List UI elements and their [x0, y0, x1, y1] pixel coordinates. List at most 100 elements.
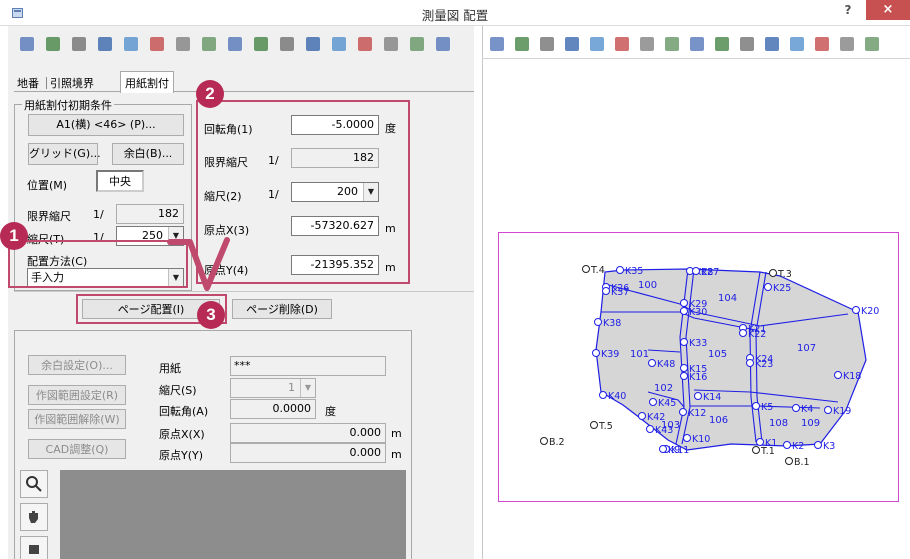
zoom-window-icon[interactable]: [565, 37, 579, 51]
fit-icon[interactable]: [615, 37, 629, 51]
margin-button[interactable]: 余白(B)...: [112, 143, 184, 165]
search-icon[interactable]: [665, 37, 679, 51]
divider: [14, 291, 474, 292]
tool-more-icon[interactable]: [436, 37, 450, 51]
cad-adjust-button[interactable]: CAD調整(Q): [28, 439, 126, 459]
bulb-icon[interactable]: [690, 37, 704, 51]
survey-point-icon: [590, 421, 598, 429]
line-icon[interactable]: [740, 37, 754, 51]
params-limit-scale-label: 限界縮尺: [204, 156, 248, 169]
point-label: K48: [657, 359, 675, 370]
tab-lot[interactable]: 地番: [17, 75, 39, 91]
point-label: K22: [748, 329, 766, 340]
help-button[interactable]: ?: [838, 3, 858, 21]
multipoint-remove-icon[interactable]: [384, 37, 398, 51]
point-label: K39: [601, 349, 619, 360]
survey-point-icon: [649, 398, 657, 406]
survey-point-icon: [679, 408, 687, 416]
left-toolbar: [8, 32, 474, 58]
parcel-label: 104: [718, 293, 737, 304]
survey-point-icon: [683, 434, 691, 442]
zoom-out-icon[interactable]: [540, 37, 554, 51]
table-add-icon[interactable]: [150, 37, 164, 51]
table-remove-icon[interactable]: [176, 37, 190, 51]
limit-scale-field: 182: [116, 204, 184, 224]
angle2-icon[interactable]: [790, 37, 804, 51]
survey-point-icon: [834, 371, 842, 379]
arrow-down-icon[interactable]: [46, 37, 60, 51]
point-label: K1: [765, 438, 777, 449]
save-icon[interactable]: [815, 37, 829, 51]
survey-point-icon: [582, 265, 590, 273]
position-label: 位置(M): [27, 179, 68, 192]
grid-icon[interactable]: [202, 37, 216, 51]
params-scale-select[interactable]: 200 ▼: [291, 182, 379, 202]
point-label: K30: [689, 307, 707, 318]
survey-point-icon: [785, 457, 793, 465]
originx-input[interactable]: -57320.627: [291, 216, 379, 236]
point-icon[interactable]: [332, 37, 346, 51]
zoom-in-icon[interactable]: [515, 37, 529, 51]
circle-icon[interactable]: [254, 37, 268, 51]
survey-point-icon: [792, 404, 800, 412]
layout-icon[interactable]: [840, 37, 854, 51]
page-delete-button[interactable]: ページ削除(D): [232, 299, 332, 319]
rotation-input[interactable]: -5.0000: [291, 115, 379, 135]
parcel-label: 102: [654, 383, 673, 394]
position-button[interactable]: 中央: [96, 170, 144, 192]
survey-point-icon: [692, 267, 700, 275]
tab-reference[interactable]: 引照境界: [50, 75, 94, 91]
params-scale-prefix: 1/: [268, 188, 279, 201]
table-icon[interactable]: [124, 37, 138, 51]
point-label: K19: [833, 406, 851, 417]
paper-size-button[interactable]: A1(横) <46> (P)...: [28, 114, 184, 136]
callout-badge-2: 2: [196, 80, 224, 108]
check-arrow-icon: [167, 237, 230, 291]
zoom-preview-button[interactable]: [20, 470, 48, 498]
survey-point-icon: [852, 306, 860, 314]
ps-scale-select[interactable]: 1 ▼: [230, 378, 316, 398]
pan-preview-button[interactable]: [20, 503, 48, 531]
params-scale-label: 縮尺(2): [204, 190, 242, 203]
circle-fill-icon[interactable]: [280, 37, 294, 51]
multipoint-icon[interactable]: [358, 37, 372, 51]
range-clear-button[interactable]: 作図範囲解除(W): [28, 409, 126, 429]
parcel-label: 107: [797, 343, 816, 354]
angle-icon[interactable]: [765, 37, 779, 51]
ps-originx-label: 原点X(X): [159, 428, 205, 441]
point-label: T.3: [777, 269, 792, 280]
tab-paper[interactable]: 用紙割付: [120, 71, 174, 93]
region-icon[interactable]: [640, 37, 654, 51]
survey-point-icon: [638, 412, 646, 420]
fit-preview-button[interactable]: [20, 536, 48, 559]
tool-icon[interactable]: [410, 37, 424, 51]
point-label: K5: [761, 402, 773, 413]
chevron-down-icon: ▼: [363, 183, 378, 201]
survey-map: T.4 T.3T.5T.1B.2B.1K35 K28K27K26K37 K25K29K…: [540, 265, 879, 468]
range-set-button[interactable]: 作図範囲設定(R): [28, 385, 126, 405]
hand-icon: [29, 511, 38, 523]
grid-button[interactable]: グリッド(G)...: [28, 143, 101, 165]
survey-point-icon: [599, 391, 607, 399]
layout-icon[interactable]: [228, 37, 242, 51]
point-label: K20: [861, 306, 879, 317]
paper-field: ***: [230, 356, 386, 376]
list-icon[interactable]: [72, 37, 86, 51]
margin-settings-button[interactable]: 余白設定(O)...: [28, 355, 126, 375]
survey-point-icon: [824, 406, 832, 414]
arrow-up-icon[interactable]: [20, 37, 34, 51]
layout2-icon[interactable]: [865, 37, 879, 51]
point-label: K4: [801, 404, 813, 415]
pan-icon[interactable]: [590, 37, 604, 51]
limit-scale-prefix: 1/: [93, 208, 104, 221]
survey-point-icon: [646, 425, 654, 433]
survey-point-icon: [680, 372, 688, 380]
originx-unit: m: [385, 222, 396, 235]
close-button[interactable]: ×: [866, 0, 910, 20]
binoculars-icon[interactable]: [98, 37, 112, 51]
originy-input[interactable]: -21395.352: [291, 255, 379, 275]
zoom-icon[interactable]: [490, 37, 504, 51]
sheet-icon[interactable]: [306, 37, 320, 51]
print-icon[interactable]: [715, 37, 729, 51]
initial-conditions-title: 用紙割付初期条件: [22, 97, 114, 113]
